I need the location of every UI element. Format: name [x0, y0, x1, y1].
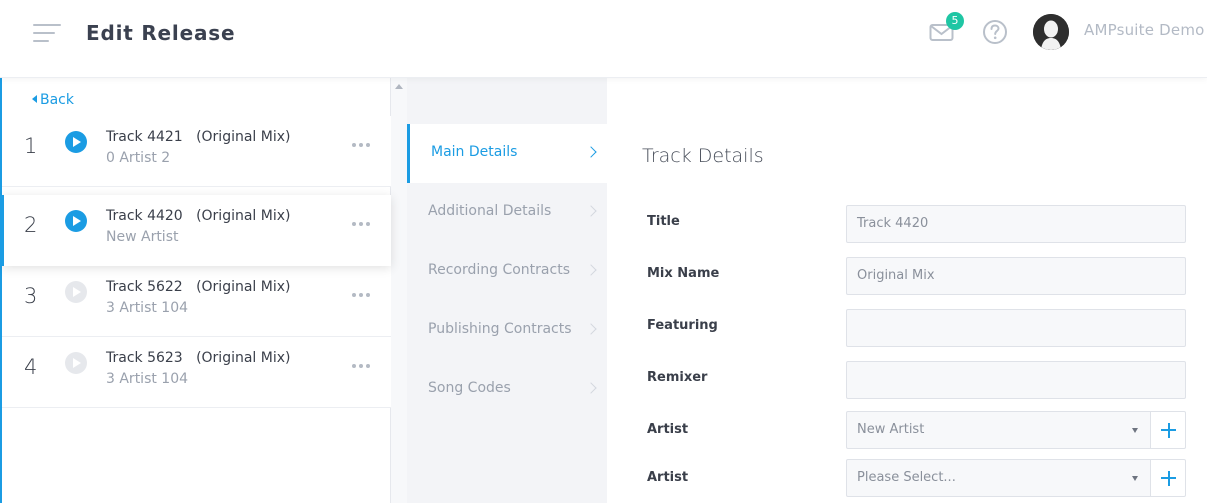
- mail-badge: 5: [946, 12, 964, 30]
- chevron-right-icon: [585, 205, 597, 217]
- nav-item-additional-details[interactable]: Additional Details: [407, 183, 607, 242]
- artist-label: Artist: [647, 422, 689, 437]
- more-options-icon[interactable]: [352, 292, 372, 298]
- track-artist: 0 Artist 2: [106, 150, 171, 166]
- track-artist: 3 Artist 104: [106, 371, 189, 387]
- title-field[interactable]: Track 4420: [846, 205, 1186, 243]
- track-row[interactable]: 1 Track 4421 (Original Mix) 0 Artist 2: [2, 116, 391, 187]
- nav-item-song-codes[interactable]: Song Codes: [407, 360, 607, 419]
- remixer-label: Remixer: [647, 370, 708, 385]
- back-label: Back: [40, 92, 74, 108]
- artist-label: Artist: [647, 470, 689, 485]
- nav-item-label: Publishing Contracts: [428, 321, 572, 337]
- artist-select[interactable]: New Artist: [846, 411, 1151, 449]
- scroll-up-arrow-icon[interactable]: [395, 84, 403, 89]
- chevron-right-icon: [585, 323, 597, 335]
- title-label: Title: [647, 214, 680, 229]
- track-number: 4: [24, 355, 38, 379]
- track-row[interactable]: 4 Track 5623 (Original Mix) 3 Artist 104: [2, 337, 391, 408]
- track-number: 1: [24, 134, 38, 158]
- top-header: Edit Release 5 AMPsuite Demo: [0, 0, 1207, 78]
- chevron-right-icon: [585, 264, 597, 276]
- track-artist: 3 Artist 104: [106, 300, 189, 316]
- nav-item-label: Song Codes: [428, 380, 511, 396]
- caret-down-icon: [1132, 476, 1138, 481]
- track-title: Track 5623 (Original Mix): [106, 350, 291, 366]
- page-title: Edit Release: [86, 21, 236, 45]
- artist-select-value: New Artist: [857, 422, 925, 437]
- nav-item-label: Additional Details: [428, 203, 552, 219]
- more-options-icon[interactable]: [352, 221, 372, 227]
- play-icon[interactable]: [65, 131, 87, 153]
- nav-item-publishing-contracts[interactable]: Publishing Contracts: [407, 301, 607, 360]
- back-link[interactable]: Back: [32, 92, 74, 108]
- artist-select-value: Please Select...: [857, 470, 956, 485]
- artist-select[interactable]: Please Select...: [846, 459, 1151, 497]
- scrollbar[interactable]: [391, 78, 407, 503]
- track-row[interactable]: 3 Track 5622 (Original Mix) 3 Artist 104: [2, 266, 391, 337]
- more-options-icon[interactable]: [352, 363, 372, 369]
- nav-item-recording-contracts[interactable]: Recording Contracts: [407, 242, 607, 301]
- featuring-field[interactable]: [846, 309, 1186, 347]
- add-artist-button[interactable]: [1150, 411, 1186, 449]
- track-title: Track 5622 (Original Mix): [106, 279, 291, 295]
- nav-item-label: Main Details: [431, 144, 518, 160]
- chevron-right-icon: [585, 382, 597, 394]
- help-icon[interactable]: [982, 19, 1008, 45]
- track-number: 2: [24, 213, 38, 237]
- avatar[interactable]: [1033, 14, 1069, 50]
- remixer-field[interactable]: [846, 361, 1186, 399]
- nav-item-label: Recording Contracts: [428, 262, 570, 278]
- caret-left-icon: [32, 95, 37, 103]
- menu-icon[interactable]: [33, 22, 63, 44]
- track-details-form: Track Details Title Track 4420 Mix Name …: [607, 78, 1207, 503]
- play-icon[interactable]: [65, 281, 87, 303]
- more-options-icon[interactable]: [352, 142, 372, 148]
- track-number: 3: [24, 284, 38, 308]
- user-silhouette-icon: [1033, 14, 1069, 50]
- featuring-label: Featuring: [647, 318, 718, 333]
- caret-down-icon: [1132, 428, 1138, 433]
- user-name[interactable]: AMPsuite Demo: [1084, 21, 1205, 39]
- track-title: Track 4421 (Original Mix): [106, 129, 291, 145]
- track-title: Track 4420 (Original Mix): [106, 208, 291, 224]
- play-icon[interactable]: [65, 352, 87, 374]
- section-title: Track Details: [642, 145, 764, 167]
- mix-name-label: Mix Name: [647, 266, 720, 281]
- track-row-selected[interactable]: 2 Track 4420 (Original Mix) New Artist: [0, 195, 391, 266]
- chevron-right-icon: [585, 146, 597, 158]
- track-list-panel: Back 1 Track 4421 (Original Mix) 0 Artis…: [0, 78, 391, 503]
- nav-item-main-details[interactable]: Main Details: [407, 124, 607, 183]
- mix-name-field[interactable]: Original Mix: [846, 257, 1186, 295]
- section-nav: Main Details Additional Details Recordin…: [407, 78, 607, 503]
- play-icon[interactable]: [65, 210, 87, 232]
- add-artist-button[interactable]: [1150, 459, 1186, 497]
- track-artist: New Artist: [106, 229, 179, 245]
